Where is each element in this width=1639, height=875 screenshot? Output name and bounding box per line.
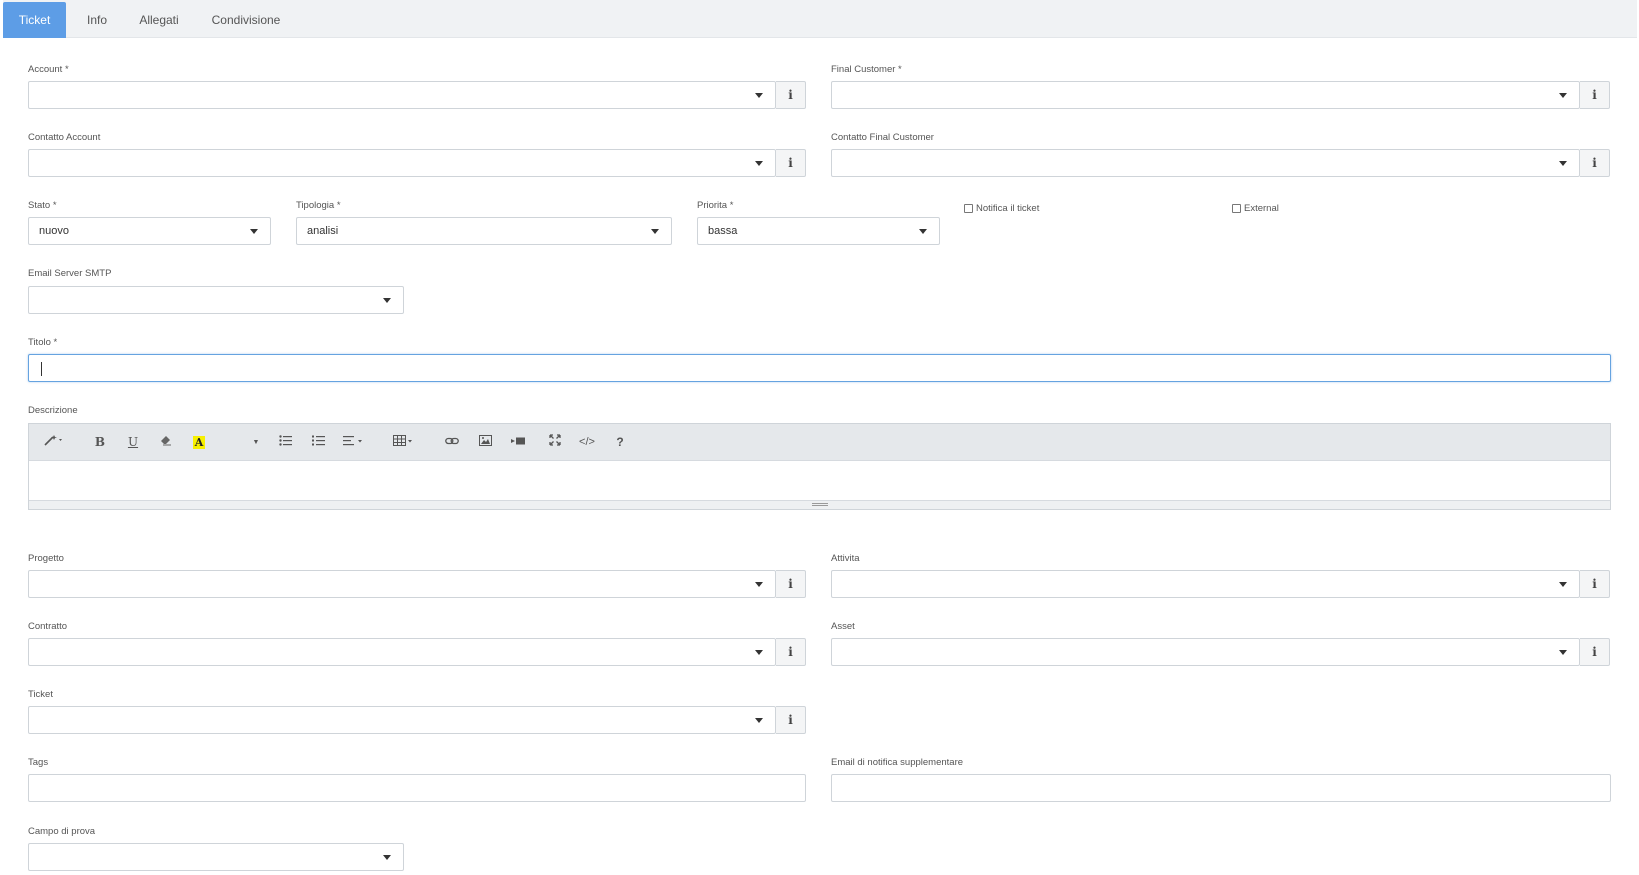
stato-value: nuovo [39, 225, 69, 237]
campo-prova-label: Campo di prova [28, 826, 96, 837]
editor-toolbar: B U A ▼ </> ? [29, 424, 1610, 461]
image-icon[interactable] [473, 424, 497, 461]
account-label: Account * [28, 64, 69, 75]
highlight-dropdown-icon[interactable]: ▼ [251, 424, 261, 461]
code-view-icon[interactable]: </> [575, 424, 599, 461]
email-server-label: Email Server SMTP [28, 268, 112, 279]
titolo-label: Titolo * [28, 337, 58, 348]
attivita-label: Attivita [831, 553, 860, 564]
bold-icon[interactable]: B [88, 424, 112, 461]
ordered-list-icon[interactable] [306, 424, 330, 461]
editor-resize-handle[interactable] [29, 500, 1610, 509]
tipologia-value: analisi [307, 225, 339, 237]
chevron-down-icon [651, 229, 659, 234]
email-server-select[interactable] [28, 286, 404, 314]
chevron-down-icon [755, 582, 763, 587]
priorita-select[interactable]: bassa [697, 217, 940, 245]
contatto-final-customer-label: Contatto Final Customer [831, 132, 934, 143]
tipologia-select[interactable]: analisi [296, 217, 672, 245]
titolo-input[interactable] [29, 355, 1610, 381]
video-icon[interactable] [506, 424, 530, 461]
progetto-label: Progetto [28, 553, 64, 564]
info-icon[interactable]: i [776, 81, 806, 109]
tab-info[interactable]: Info [72, 2, 122, 38]
email-notifica-input[interactable] [832, 775, 1610, 801]
unordered-list-icon[interactable] [273, 424, 297, 461]
final-customer-select[interactable] [831, 81, 1580, 109]
info-icon[interactable]: i [776, 706, 806, 734]
text-cursor [41, 362, 42, 376]
stato-label: Stato * [28, 200, 57, 211]
asset-select[interactable] [831, 638, 1580, 666]
chevron-down-icon [1559, 161, 1567, 166]
chevron-down-icon [755, 161, 763, 166]
info-icon[interactable]: i [776, 149, 806, 177]
chevron-down-icon [1559, 93, 1567, 98]
email-notifica-field[interactable] [831, 774, 1611, 802]
info-icon[interactable]: i [776, 570, 806, 598]
info-icon[interactable]: i [1580, 81, 1610, 109]
info-icon[interactable]: i [1580, 570, 1610, 598]
external-label: External [1244, 203, 1279, 214]
ticket-select[interactable] [28, 706, 776, 734]
contratto-label: Contratto [28, 621, 68, 632]
underline-icon[interactable]: U [121, 424, 145, 461]
chevron-down-icon [919, 229, 927, 234]
table-icon[interactable] [389, 424, 419, 461]
align-icon[interactable] [339, 424, 369, 461]
chevron-down-icon [383, 298, 391, 303]
chevron-down-icon [755, 650, 763, 655]
info-icon[interactable]: i [1580, 638, 1610, 666]
tab-allegati[interactable]: Allegati [127, 2, 191, 38]
stato-select[interactable]: nuovo [28, 217, 271, 245]
titolo-field[interactable] [28, 354, 1611, 382]
chevron-down-icon [1559, 650, 1567, 655]
grip-icon [811, 503, 828, 506]
tipologia-label: Tipologia * [296, 200, 341, 211]
info-icon[interactable]: i [776, 638, 806, 666]
highlight-letter: A [192, 436, 206, 449]
tags-label: Tags [28, 757, 49, 768]
priorita-value: bassa [708, 225, 738, 237]
chevron-down-icon [755, 93, 763, 98]
campo-prova-select[interactable] [28, 843, 404, 871]
chevron-down-icon [1559, 582, 1567, 587]
final-customer-label: Final Customer * [831, 64, 902, 75]
contatto-final-customer-select[interactable] [831, 149, 1580, 177]
tab-bar: Ticket Info Allegati Condivisione [3, 0, 1637, 38]
checkbox-box[interactable] [1232, 204, 1241, 213]
asset-label: Asset [831, 621, 855, 632]
priorita-label: Priorita * [697, 200, 734, 211]
descrizione-label: Descrizione [28, 405, 78, 416]
progetto-select[interactable] [28, 570, 776, 598]
chevron-down-icon [755, 718, 763, 723]
info-icon[interactable]: i [1580, 149, 1610, 177]
link-icon[interactable] [440, 424, 464, 461]
tags-input[interactable] [29, 775, 805, 801]
contatto-account-label: Contatto Account [28, 132, 101, 143]
ticket-label: Ticket [28, 689, 53, 700]
tags-field[interactable] [28, 774, 806, 802]
chevron-down-icon [250, 229, 258, 234]
help-icon[interactable]: ? [608, 424, 632, 461]
magic-wand-icon[interactable] [41, 424, 67, 461]
descrizione-editor[interactable]: B U A ▼ </> ? [28, 423, 1611, 510]
eraser-icon[interactable] [154, 424, 178, 461]
contatto-account-select[interactable] [28, 149, 776, 177]
highlight-icon[interactable]: A [187, 424, 211, 461]
contratto-select[interactable] [28, 638, 776, 666]
tab-ticket[interactable]: Ticket [3, 2, 66, 38]
attivita-select[interactable] [831, 570, 1580, 598]
fullscreen-icon[interactable] [543, 424, 567, 461]
notifica-label: Notifica il ticket [976, 203, 1040, 214]
notifica-checkbox[interactable]: Notifica il ticket [964, 203, 1039, 214]
checkbox-box[interactable] [964, 204, 973, 213]
tab-condivisione[interactable]: Condivisione [199, 2, 293, 38]
chevron-down-icon [383, 855, 391, 860]
account-select[interactable] [28, 81, 776, 109]
external-checkbox[interactable]: External [1232, 203, 1279, 214]
email-notifica-label: Email di notifica supplementare [831, 757, 964, 768]
